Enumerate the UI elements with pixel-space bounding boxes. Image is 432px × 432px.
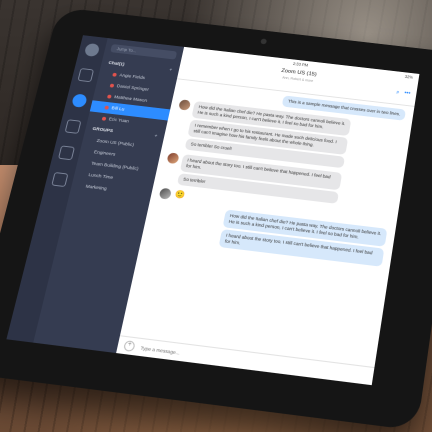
- avatar[interactable]: [166, 152, 180, 165]
- sidebar-item-label: Zoom US (Public): [96, 138, 135, 148]
- sidebar-item-label: Engineers: [93, 149, 116, 158]
- status-time: 2:33 PM: [292, 61, 309, 68]
- phone-icon[interactable]: [64, 119, 82, 134]
- sidebar-item-label: Chat(1): [107, 60, 125, 68]
- avatar[interactable]: [158, 187, 172, 200]
- unread-dot: [109, 83, 115, 88]
- avatar[interactable]: [178, 99, 192, 111]
- contacts-icon[interactable]: [57, 145, 76, 161]
- add-icon[interactable]: +: [154, 134, 158, 139]
- chat-icon[interactable]: [71, 93, 88, 108]
- meetings-icon[interactable]: [77, 68, 95, 83]
- header-actions: ⌕ •••: [395, 90, 411, 98]
- add-icon[interactable]: +: [169, 68, 173, 73]
- unread-dot: [104, 105, 110, 110]
- camera-dot: [260, 38, 268, 45]
- sidebar-item-label: Matthew Mason: [113, 94, 148, 104]
- search-icon[interactable]: ⌕: [395, 90, 400, 97]
- settings-icon[interactable]: [51, 171, 69, 188]
- tablet-device: Jump To... Chat(1) + Angie Fields Daniel …: [0, 7, 432, 431]
- sidebar-item-label: Daniel Springer: [116, 83, 150, 93]
- sidebar-item-label: GROUPS: [91, 126, 114, 134]
- sidebar-item-label: Bill Lu: [110, 105, 125, 113]
- sidebar-item-label: Eric Yuan: [108, 116, 130, 124]
- sidebar-item-label: Lunch Time: [87, 172, 114, 181]
- sidebar-item-label: Marketing: [85, 184, 108, 192]
- unread-dot: [106, 94, 112, 99]
- sidebar-item-label: Angie Fields: [118, 73, 146, 81]
- more-icon[interactable]: •••: [404, 91, 411, 98]
- unread-dot: [112, 72, 117, 77]
- unread-dot: [101, 116, 107, 121]
- avatar[interactable]: [83, 42, 101, 57]
- jump-to-search[interactable]: Jump To...: [110, 44, 178, 60]
- attach-icon[interactable]: +: [123, 340, 136, 352]
- emoji-message: 🙂: [174, 189, 186, 200]
- app-screen: Jump To... Chat(1) + Angie Fields Daniel …: [6, 35, 420, 386]
